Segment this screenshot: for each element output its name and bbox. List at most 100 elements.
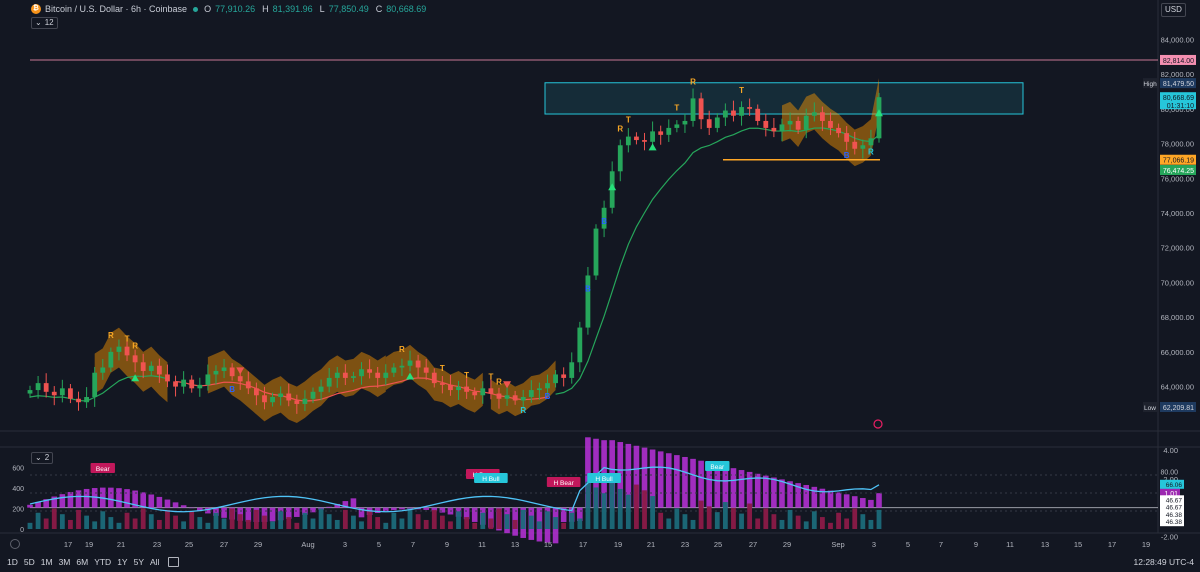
volume-bar: [714, 512, 720, 529]
volume-bar: [116, 522, 122, 529]
time-tick: 3: [343, 540, 347, 549]
candle-body: [27, 390, 33, 394]
indicators-toggle[interactable]: ⌄ 12: [31, 17, 58, 29]
range-5d[interactable]: 5D: [21, 557, 38, 567]
volume-bar: [270, 521, 275, 529]
volume-bar: [787, 509, 793, 529]
candle-body: [383, 372, 389, 378]
range-6m[interactable]: 6M: [73, 557, 91, 567]
candle-body: [520, 397, 526, 401]
volume-bar: [488, 518, 494, 529]
volume-tick: 0: [20, 527, 24, 534]
trading-chart[interactable]: RTRBRTTTRRBBBRTTRTBR BearH BearH BearH B…: [0, 0, 1200, 572]
volume-bar: [318, 508, 324, 529]
candle-body: [359, 369, 364, 377]
volume-bar: [189, 511, 195, 529]
candle-body: [423, 367, 429, 373]
volume-bar: [351, 515, 356, 529]
time-tick: 29: [254, 540, 262, 549]
oscillator-bar: [868, 499, 874, 508]
volume-bar: [156, 519, 162, 529]
oscillator-bar: [164, 499, 171, 508]
volume-bar: [779, 519, 785, 529]
signal-marker: T: [125, 334, 130, 343]
time-tick: 23: [153, 540, 161, 549]
candle-body: [439, 383, 445, 385]
volume-bar: [836, 512, 841, 529]
candle-body: [415, 360, 421, 368]
oscillator-bar: [843, 494, 850, 508]
oscillator-tick: -2.00: [1161, 532, 1178, 541]
candle-body: [59, 388, 65, 396]
time-tick: 5: [906, 540, 910, 549]
price-tick: 84,000.00: [1161, 35, 1194, 44]
volume-bar: [674, 508, 680, 529]
volume-bar: [690, 519, 696, 529]
ohlc-open: 77,910.26: [215, 4, 256, 14]
oscillator-bar: [310, 507, 316, 513]
candle-body: [351, 376, 356, 378]
volume-bar: [92, 521, 98, 529]
volume-bar: [820, 517, 825, 529]
volume-bar: [294, 522, 300, 529]
time-tick: 17: [579, 540, 587, 549]
candle-body: [480, 388, 486, 396]
candle-body: [367, 369, 372, 373]
volume-bar: [302, 512, 308, 529]
candle-body: [876, 97, 882, 139]
volume-bar: [860, 514, 866, 529]
candle-body: [690, 98, 696, 121]
oscillator-bar: [763, 475, 769, 508]
time-tick: 21: [117, 540, 125, 549]
indicator2-toggle[interactable]: ⌄ 2: [31, 452, 54, 464]
time-tick: 11: [1006, 540, 1014, 549]
candle-body: [650, 131, 655, 142]
currency-select[interactable]: USD: [1161, 3, 1186, 17]
range-1m[interactable]: 1M: [38, 557, 56, 567]
volume-bar: [100, 511, 106, 529]
oscillator-bar: [27, 504, 33, 508]
range-ytd[interactable]: YTD: [91, 557, 114, 567]
volume-bar: [520, 509, 526, 529]
signal-marker: B: [601, 217, 607, 226]
volume-bar: [480, 512, 486, 529]
volume-tick: 200: [12, 506, 24, 513]
candle-body: [181, 379, 187, 387]
ohlc-high: 81,391.96: [272, 4, 313, 14]
range-5y[interactable]: 5Y: [131, 557, 147, 567]
range-1y[interactable]: 1Y: [114, 557, 130, 567]
candle-body: [617, 145, 623, 172]
range-all[interactable]: All: [147, 557, 162, 567]
range-1d[interactable]: 1D: [4, 557, 21, 567]
volume-bar: [213, 512, 219, 529]
oscillator-bar: [722, 466, 729, 508]
symbol-title[interactable]: Bitcoin / U.S. Dollar · 6h · Coinbase: [45, 4, 187, 14]
volume-bar: [173, 515, 178, 529]
rsi-tick: 80.00: [1160, 469, 1178, 476]
high-label: High: [1143, 81, 1157, 88]
signal-marker: B: [229, 385, 235, 394]
price-tick: 72,000.00: [1161, 244, 1194, 253]
oscillator-bar: [140, 492, 146, 508]
volume-bar: [747, 503, 753, 529]
range-3m[interactable]: 3M: [56, 557, 74, 567]
time-tick: 25: [714, 540, 722, 549]
volume-bar: [617, 488, 623, 529]
time-tick: 9: [974, 540, 978, 549]
volume-bar: [165, 509, 170, 529]
candle-body: [585, 275, 591, 328]
signal-marker: T: [626, 116, 631, 125]
volume-bar: [132, 518, 138, 529]
settings-icon[interactable]: [10, 539, 20, 549]
rsi-badge-text: 66.06: [1166, 482, 1183, 489]
candle-body: [795, 120, 801, 130]
volume-bar: [795, 515, 801, 529]
volume-bar: [755, 518, 761, 529]
volume-bar: [642, 490, 647, 529]
price-badge-text: 77,066.19: [1163, 158, 1194, 165]
calendar-icon[interactable]: [168, 557, 180, 567]
candle-body: [213, 370, 219, 375]
candle-body: [464, 386, 470, 392]
oscillator-bar: [67, 492, 74, 508]
bitcoin-icon: ₿: [31, 4, 41, 14]
